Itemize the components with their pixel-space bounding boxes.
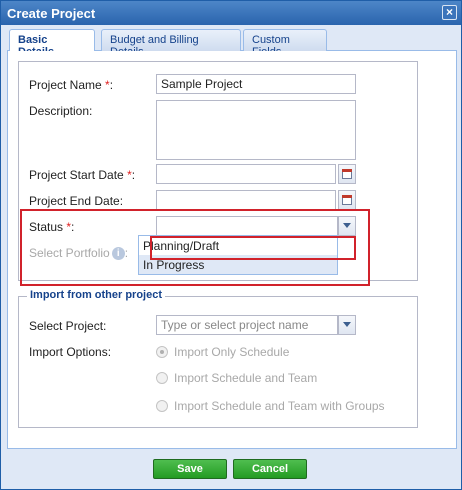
end-date-picker-button[interactable] — [338, 190, 356, 210]
select-project-label: Select Project: — [29, 319, 107, 333]
end-date-input[interactable] — [156, 190, 336, 210]
tab-budget-billing[interactable]: Budget and Billing Details — [101, 29, 241, 58]
select-project-input[interactable] — [156, 315, 338, 335]
dialog-titlebar: Create Project × — [1, 1, 461, 25]
chevron-down-icon — [343, 322, 351, 327]
radio-icon — [156, 371, 168, 384]
calendar-icon — [342, 195, 352, 205]
import-option-schedule[interactable]: Import Only Schedule — [156, 345, 289, 359]
start-date-label: Project Start Date *: — [29, 168, 136, 182]
import-option-schedule-team-groups[interactable]: Import Schedule and Team with Groups — [156, 399, 385, 413]
import-options-label: Import Options: — [29, 345, 112, 359]
tab-strip: Basic Details Budget and Billing Details… — [7, 29, 457, 58]
close-icon[interactable]: × — [442, 5, 457, 20]
import-legend: Import from other project — [27, 289, 166, 301]
description-label: Description: — [29, 104, 93, 118]
dialog-title: Create Project — [7, 6, 96, 21]
radio-icon — [156, 345, 168, 358]
description-textarea[interactable] — [156, 100, 356, 160]
project-name-input[interactable] — [156, 74, 356, 94]
planning-option-annotation-box — [150, 236, 356, 260]
project-name-label: Project Name *: — [29, 78, 114, 92]
tab-basic-details[interactable]: Basic Details — [9, 29, 95, 58]
end-date-label: Project End Date: — [29, 194, 124, 208]
calendar-icon — [342, 169, 352, 179]
radio-icon — [156, 399, 168, 412]
select-project-dropdown-button[interactable] — [338, 315, 356, 335]
import-fieldset: Import from other project Select Project… — [18, 289, 418, 428]
end-date-field — [156, 190, 356, 210]
select-project-combo[interactable] — [156, 315, 356, 335]
tab-custom-fields[interactable]: Custom Fields — [243, 29, 327, 58]
cancel-button[interactable]: Cancel — [233, 459, 307, 479]
start-date-input[interactable] — [156, 164, 336, 184]
start-date-picker-button[interactable] — [338, 164, 356, 184]
start-date-field — [156, 164, 356, 184]
import-option-schedule-team[interactable]: Import Schedule and Team — [156, 371, 317, 385]
create-project-dialog: Create Project × Basic Details Budget an… — [0, 0, 462, 490]
save-button[interactable]: Save — [153, 459, 227, 479]
